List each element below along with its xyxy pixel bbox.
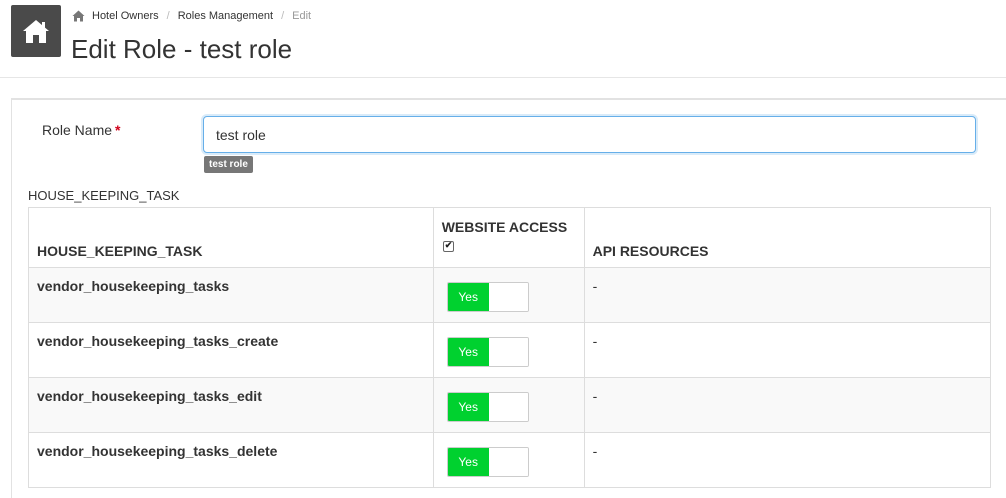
website-access-cell: Yes xyxy=(432,432,585,488)
task-name: vendor_housekeeping_tasks xyxy=(28,267,434,323)
website-access-cell: Yes xyxy=(432,267,585,323)
table-row: vendor_housekeeping_tasks_delete Yes - xyxy=(28,432,992,488)
website-access-toggle[interactable]: Yes xyxy=(446,282,529,312)
website-access-label: WEBSITE ACCESS xyxy=(441,219,568,235)
home-button[interactable] xyxy=(11,5,61,57)
permissions-table: HOUSE_KEEPING_TASK WEBSITE ACCESS API RE… xyxy=(28,207,992,488)
role-name-badge: test role xyxy=(204,156,253,173)
page-title: Edit Role - test role xyxy=(71,34,293,64)
page-header: Hotel Owners / Roles Management / Edit E… xyxy=(0,0,1006,78)
toggle-on-label: Yes xyxy=(447,393,489,421)
website-access-cell: Yes xyxy=(432,322,585,378)
home-icon xyxy=(23,20,49,43)
breadcrumb: Hotel Owners / Roles Management / Edit xyxy=(72,8,311,24)
table-row: vendor_housekeeping_tasks Yes - xyxy=(28,267,992,323)
select-all-checkbox[interactable] xyxy=(442,240,454,252)
section-title: HOUSE_KEEPING_TASK xyxy=(28,188,180,203)
table-row: vendor_housekeeping_tasks_edit Yes - xyxy=(28,377,992,433)
api-resources-cell: - xyxy=(583,322,992,378)
column-header-api-resources: API RESOURCES xyxy=(583,207,992,268)
toggle-off-area xyxy=(488,283,528,311)
api-resources-cell: - xyxy=(583,432,992,488)
api-resources-cell: - xyxy=(583,267,992,323)
toggle-on-label: Yes xyxy=(447,448,489,476)
breadcrumb-roles-management[interactable]: Roles Management xyxy=(178,10,273,22)
toggle-off-area xyxy=(488,448,528,476)
task-name: vendor_housekeeping_tasks_delete xyxy=(28,432,434,488)
role-name-label-text: Role Name xyxy=(42,122,113,138)
home-icon[interactable] xyxy=(72,10,85,22)
role-name-label: Role Name * xyxy=(42,122,120,138)
breadcrumb-hotel-owners[interactable]: Hotel Owners xyxy=(92,10,159,22)
task-name: vendor_housekeeping_tasks_create xyxy=(28,322,434,378)
column-header-website-access: WEBSITE ACCESS xyxy=(432,207,585,268)
required-marker: * xyxy=(115,122,121,138)
breadcrumb-current: Edit xyxy=(292,10,312,22)
toggle-off-area xyxy=(488,393,528,421)
task-name: vendor_housekeeping_tasks_edit xyxy=(28,377,434,433)
column-header-task: HOUSE_KEEPING_TASK xyxy=(28,207,434,268)
toggle-on-label: Yes xyxy=(447,338,489,366)
edit-role-panel: Role Name* test role HOUSE_KEEPING_TASK … xyxy=(11,98,1006,498)
website-access-cell: Yes xyxy=(432,377,585,433)
role-name-input[interactable] xyxy=(203,116,976,153)
table-row: vendor_housekeeping_tasks_create Yes - xyxy=(28,322,992,378)
toggle-on-label: Yes xyxy=(447,283,489,311)
website-access-toggle[interactable]: Yes xyxy=(446,392,529,422)
breadcrumb-separator: / xyxy=(166,10,170,22)
website-access-toggle[interactable]: Yes xyxy=(446,447,529,477)
toggle-off-area xyxy=(488,338,528,366)
website-access-toggle[interactable]: Yes xyxy=(446,337,529,367)
breadcrumb-separator: / xyxy=(281,10,285,22)
api-resources-cell: - xyxy=(583,377,992,433)
